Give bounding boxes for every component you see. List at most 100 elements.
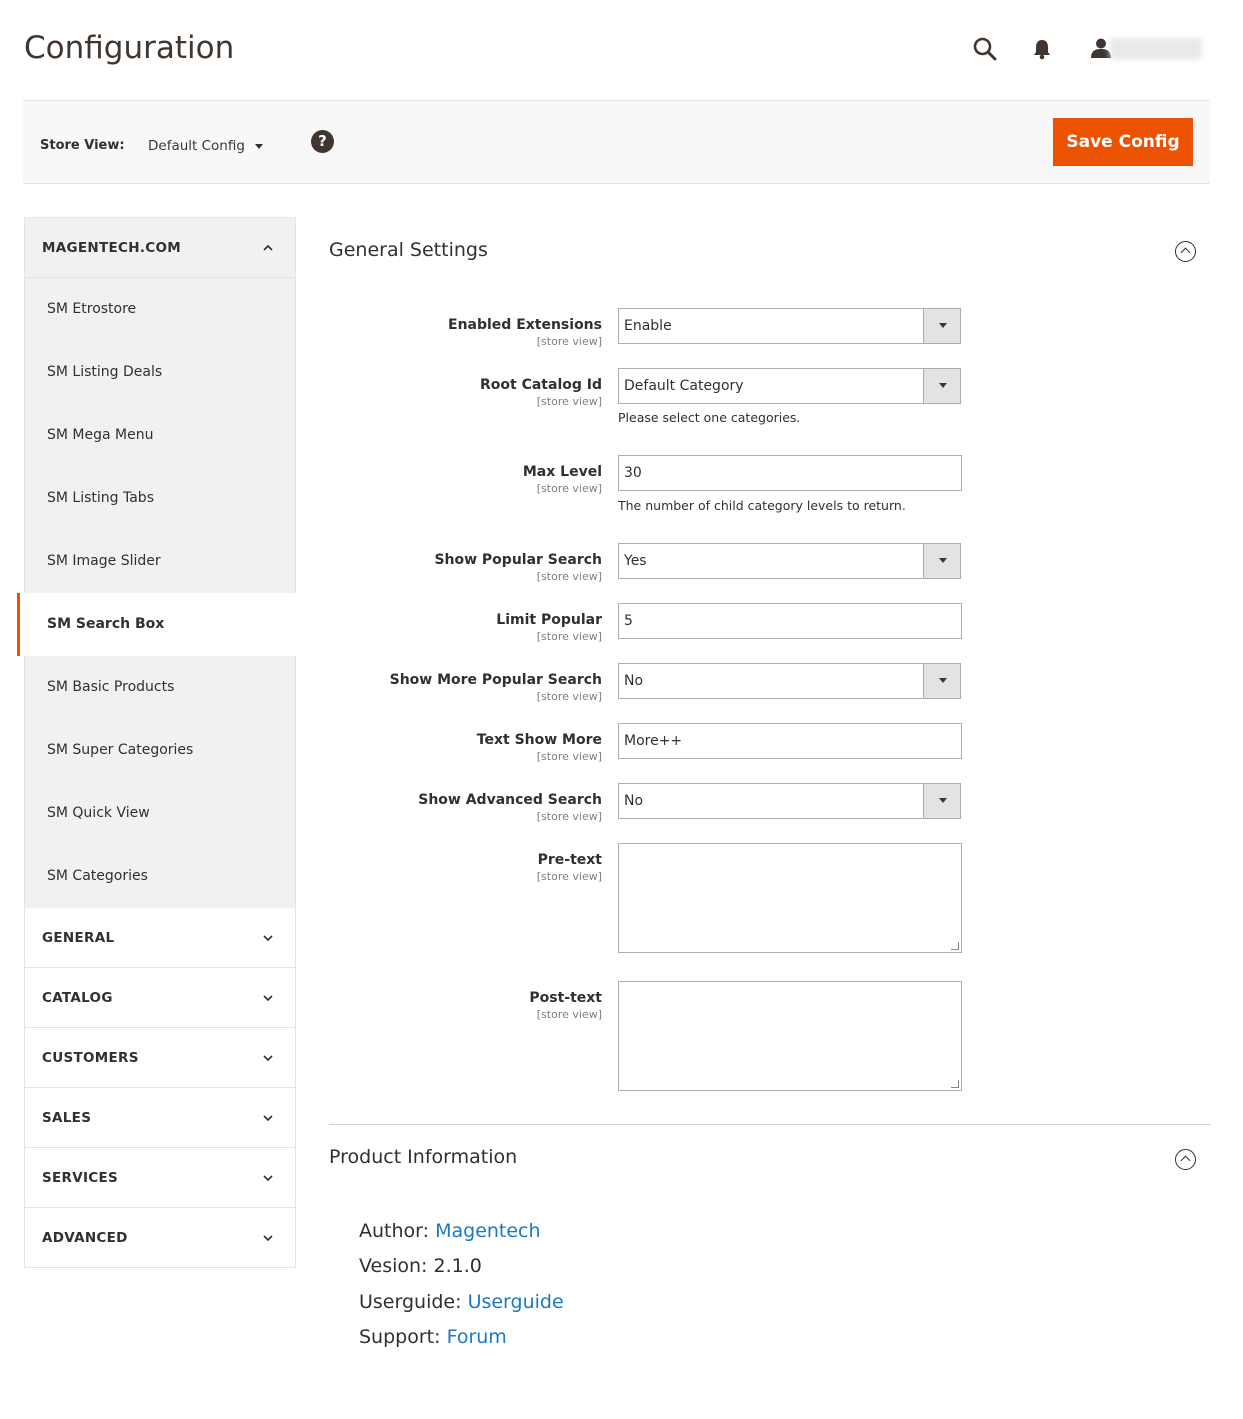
search-icon[interactable] [972, 36, 998, 62]
chevron-down-icon [263, 1115, 273, 1122]
sidebar-section-general[interactable]: GENERAL [24, 908, 296, 968]
field-note: The number of child category levels to r… [618, 498, 906, 513]
sidebar-item-sm-quick-view[interactable]: SM Quick View [25, 782, 295, 845]
forum-link[interactable]: Forum [447, 1326, 507, 1348]
sidebar-item-sm-super-categories[interactable]: SM Super Categories [25, 719, 295, 782]
dropdown-arrow-icon [923, 544, 960, 578]
sidebar-section-customers[interactable]: CUSTOMERS [24, 1028, 296, 1088]
sidebar-items: SM Etrostore SM Listing Deals SM Mega Me… [17, 278, 296, 908]
config-sidebar: MAGENTECH.COM SM Etrostore SM Listing De… [17, 217, 296, 1268]
chevron-down-icon [263, 935, 273, 942]
field-note: Please select one categories. [618, 410, 801, 425]
limit-popular-input[interactable]: 5 [618, 603, 962, 639]
select-value: Yes [624, 553, 647, 569]
sidebar-section-sales[interactable]: SALES [24, 1088, 296, 1148]
store-view-dropdown[interactable]: Default Config [148, 138, 263, 154]
sidebar-item-sm-basic-products[interactable]: SM Basic Products [25, 656, 295, 719]
sidebar-section-label: MAGENTECH.COM [42, 240, 181, 256]
store-view-label: Store View: [40, 138, 125, 153]
max-level-input[interactable]: 30 [618, 455, 962, 491]
sidebar-section-label: CATALOG [42, 990, 113, 1006]
account-name-blurred[interactable] [1110, 38, 1202, 60]
field-label: Show Advanced Search [418, 792, 602, 808]
field-label: Enabled Extensions [448, 317, 602, 333]
field-label: Limit Popular [496, 612, 602, 628]
sidebar-section-label: SALES [42, 1110, 92, 1126]
field-label: Post-text [529, 990, 602, 1006]
select-value: No [624, 673, 644, 689]
chevron-down-icon [263, 1235, 273, 1242]
page-title: Configuration [24, 30, 235, 66]
sidebar-item-sm-listing-deals[interactable]: SM Listing Deals [25, 341, 295, 404]
field-scope: [store view] [536, 1008, 602, 1021]
field-scope: [store view] [536, 690, 602, 703]
field-label: Show More Popular Search [389, 672, 602, 688]
root-catalog-select[interactable]: Default Category [618, 368, 961, 404]
collapse-icon[interactable] [1175, 1149, 1196, 1170]
version-line: Vesion: 2.1.0 [359, 1255, 482, 1277]
userguide-label: Userguide: [359, 1291, 462, 1313]
select-value: No [624, 793, 644, 809]
sidebar-section-catalog[interactable]: CATALOG [24, 968, 296, 1028]
dropdown-arrow-icon [923, 309, 960, 343]
chevron-down-icon [263, 1175, 273, 1182]
field-label: Max Level [522, 464, 602, 480]
bell-icon[interactable] [1032, 38, 1052, 60]
sidebar-item-sm-listing-tabs[interactable]: SM Listing Tabs [25, 467, 295, 530]
sidebar-item-sm-etrostore[interactable]: SM Etrostore [25, 278, 295, 341]
sidebar-section-label: SERVICES [42, 1170, 119, 1186]
field-scope: [store view] [536, 630, 602, 643]
pre-text-textarea[interactable] [618, 843, 962, 953]
field-label: Text Show More [476, 732, 602, 748]
select-value: Enable [624, 318, 672, 334]
userguide-line: Userguide: Userguide [359, 1291, 564, 1313]
resize-grip-icon[interactable] [951, 1080, 959, 1088]
support-label: Support: [359, 1326, 441, 1348]
store-view-value: Default Config [148, 138, 245, 154]
sidebar-section-magentech[interactable]: MAGENTECH.COM [24, 217, 296, 278]
store-switcher-bar: Store View: Default Config ? Save Config [23, 100, 1210, 184]
save-config-button[interactable]: Save Config [1053, 118, 1193, 166]
chevron-down-icon [263, 1055, 273, 1062]
dropdown-arrow-icon [923, 784, 960, 818]
post-text-textarea[interactable] [618, 981, 962, 1091]
dropdown-arrow-icon [923, 664, 960, 698]
section-divider [329, 1124, 1210, 1125]
field-scope: [store view] [536, 335, 602, 348]
sidebar-section-advanced[interactable]: ADVANCED [24, 1208, 296, 1268]
text-show-more-input[interactable]: More++ [618, 723, 962, 759]
author-link[interactable]: Magentech [435, 1220, 540, 1242]
caret-down-icon [254, 143, 263, 149]
help-icon[interactable]: ? [311, 130, 334, 153]
field-label: Pre-text [537, 852, 602, 868]
chevron-up-icon [263, 244, 273, 251]
show-more-popular-select[interactable]: No [618, 663, 961, 699]
sidebar-section-services[interactable]: SERVICES [24, 1148, 296, 1208]
sidebar-item-sm-search-box[interactable]: SM Search Box [17, 593, 296, 656]
resize-grip-icon[interactable] [951, 942, 959, 950]
sidebar-section-label: ADVANCED [42, 1230, 128, 1246]
userguide-link[interactable]: Userguide [468, 1291, 564, 1313]
support-line: Support: Forum [359, 1326, 507, 1348]
field-scope: [store view] [536, 870, 602, 883]
field-label: Root Catalog Id [480, 377, 602, 393]
sidebar-item-sm-mega-menu[interactable]: SM Mega Menu [25, 404, 295, 467]
collapse-icon[interactable] [1175, 241, 1196, 262]
general-settings-title[interactable]: General Settings [329, 239, 488, 261]
dropdown-arrow-icon [923, 369, 960, 403]
field-scope: [store view] [536, 810, 602, 823]
show-popular-search-select[interactable]: Yes [618, 543, 961, 579]
chevron-down-icon [263, 995, 273, 1002]
field-scope: [store view] [536, 395, 602, 408]
field-label: Show Popular Search [434, 552, 602, 568]
field-scope: [store view] [536, 750, 602, 763]
sidebar-item-sm-categories[interactable]: SM Categories [25, 845, 295, 908]
author-label: Author: [359, 1220, 430, 1242]
author-line: Author: Magentech [359, 1220, 541, 1242]
product-information-title[interactable]: Product Information [329, 1146, 517, 1168]
show-advanced-search-select[interactable]: No [618, 783, 961, 819]
enabled-extensions-select[interactable]: Enable [618, 308, 961, 344]
field-scope: [store view] [536, 482, 602, 495]
sidebar-item-sm-image-slider[interactable]: SM Image Slider [25, 530, 295, 593]
user-icon[interactable] [1090, 37, 1112, 59]
